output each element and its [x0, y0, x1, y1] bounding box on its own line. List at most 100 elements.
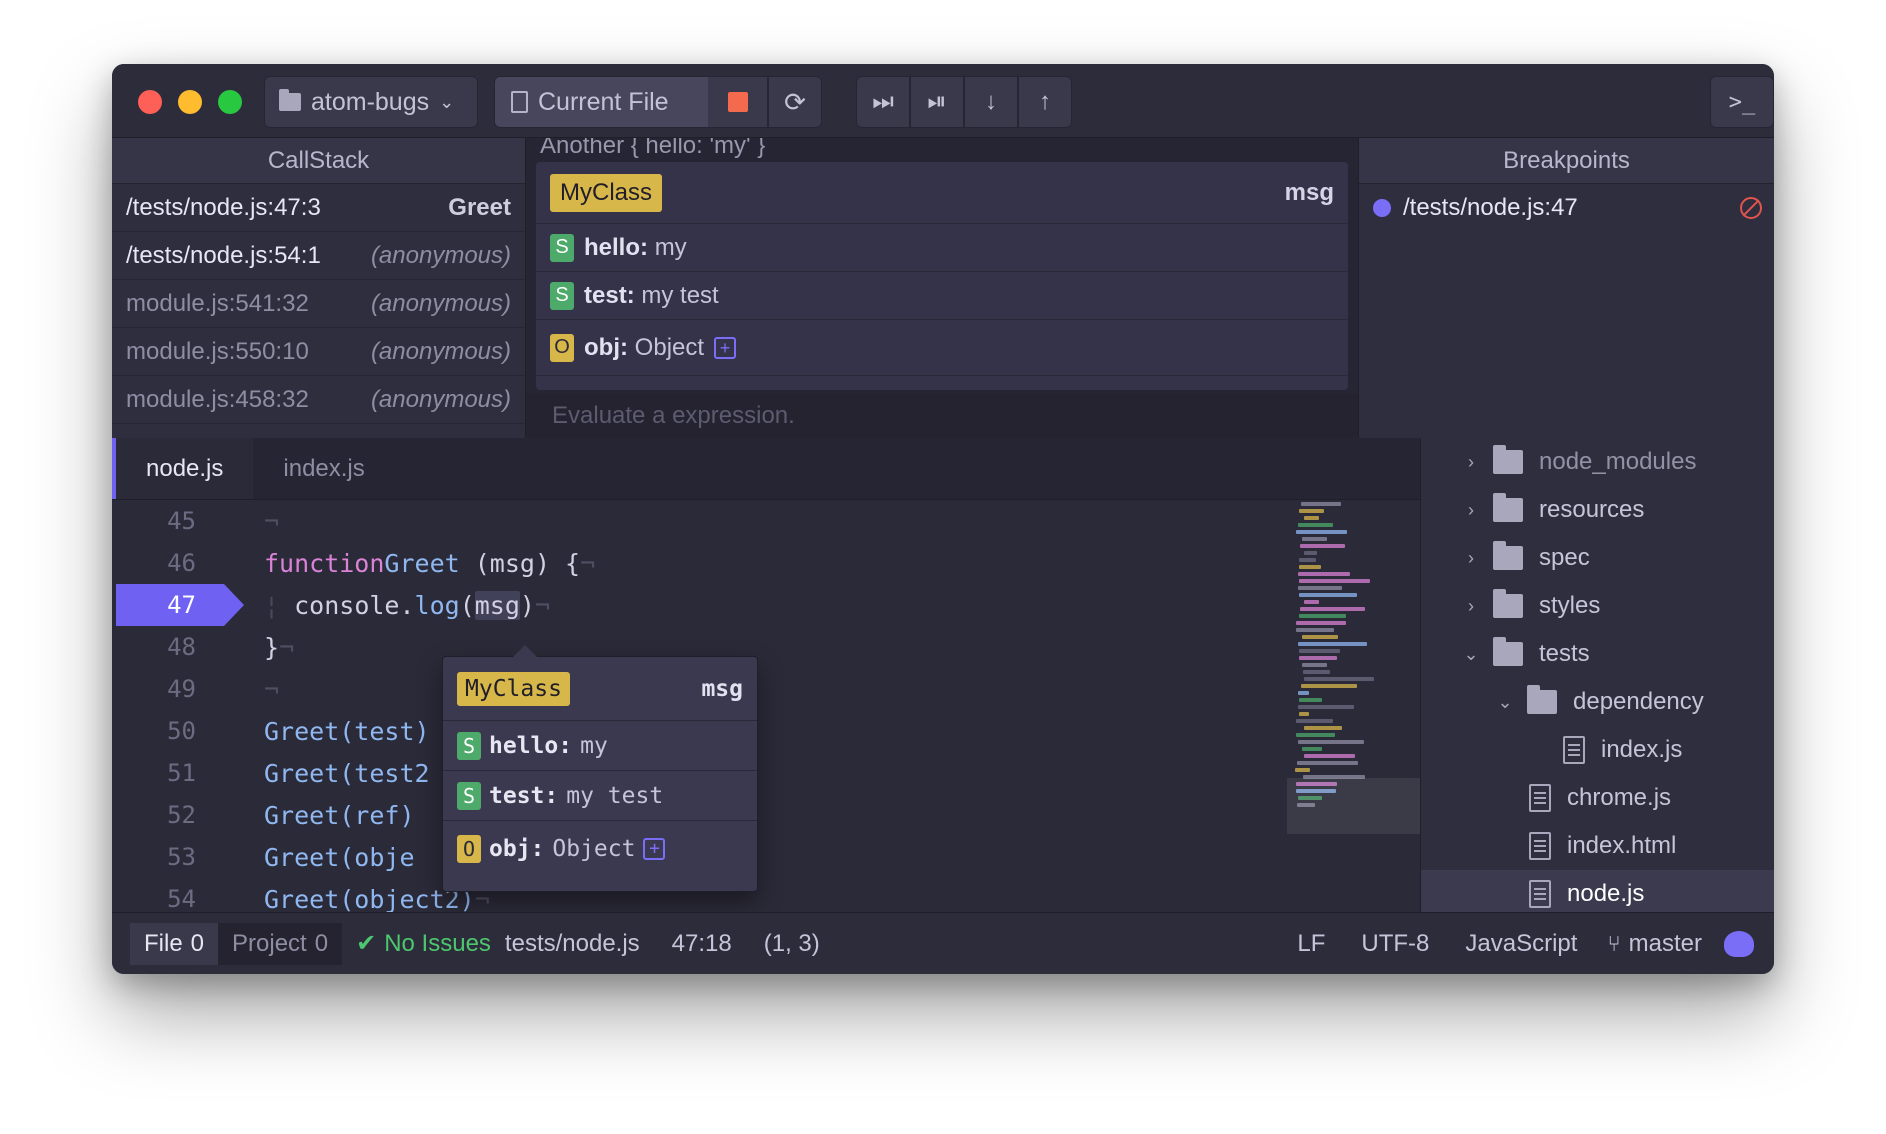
minimap-line	[1304, 754, 1355, 758]
line-number[interactable]: 49	[112, 668, 224, 710]
tree-item-chrome-js[interactable]: chrome.js	[1421, 774, 1774, 822]
tooltip-row: S hello: my	[443, 721, 757, 771]
minimap-viewport[interactable]	[1287, 778, 1420, 834]
string-type-icon: S	[550, 281, 574, 310]
step-over-icon: ⏯	[927, 88, 947, 115]
step-out-button[interactable]: ↑	[1018, 76, 1072, 128]
file-path[interactable]: tests/node.js	[505, 930, 640, 958]
linter-file-count: 0	[190, 929, 205, 957]
minimize-window-button[interactable]	[178, 90, 202, 114]
linter-status[interactable]: ✔ No Issues	[356, 929, 491, 958]
code-line: Greet(test)	[264, 716, 430, 746]
file-icon	[1529, 784, 1551, 812]
resume-button[interactable]: ⏭	[856, 76, 910, 128]
minimap-line	[1298, 691, 1309, 695]
tree-item-label: resources	[1539, 496, 1645, 523]
selection-count[interactable]: (1, 3)	[764, 930, 820, 958]
string-type-icon: S	[457, 781, 481, 810]
step-over-button[interactable]: ⏯	[910, 76, 964, 128]
minimap-line	[1302, 635, 1338, 639]
minimap-line	[1304, 677, 1374, 681]
tree-item-index-js[interactable]: index.js	[1421, 726, 1774, 774]
callstack-frame[interactable]: module.js:550:10 (anonymous)	[112, 328, 525, 376]
linter-file-label: File	[144, 929, 183, 957]
tooltip-row: O obj: Object +	[443, 821, 757, 877]
zoom-window-button[interactable]	[218, 90, 242, 114]
tree-item-dependency[interactable]: ⌄ dependency	[1421, 678, 1774, 726]
file-icon	[1529, 880, 1551, 908]
chevron-down-icon: ⌄	[1497, 691, 1513, 712]
evaluate-expression-input[interactable]	[526, 394, 1358, 438]
frame-location: /tests/node.js:54:1	[126, 241, 321, 269]
tooltip-key: hello:	[489, 732, 573, 759]
class-badge: MyClass	[550, 173, 663, 212]
hovered-token[interactable]: msg	[474, 590, 520, 620]
grammar-selector[interactable]: JavaScript	[1465, 930, 1577, 958]
code-area[interactable]: ¬ function Greet (msg) {¬ ¦ console. log(…	[264, 500, 1364, 913]
variable-key: obj	[584, 333, 620, 361]
line-number[interactable]: 51	[112, 752, 224, 794]
file-tree: › node_modules › resources › spec › styl…	[1420, 438, 1774, 912]
stop-button[interactable]	[708, 76, 768, 128]
file-encoding[interactable]: UTF-8	[1361, 930, 1429, 958]
tree-item-spec[interactable]: › spec	[1421, 534, 1774, 582]
callstack-frame[interactable]: /tests/node.js:47:3 Greet	[112, 184, 525, 232]
code-line: ¬	[264, 506, 280, 536]
linter-project-tab[interactable]: Project 0	[218, 922, 343, 965]
minimap-line	[1302, 747, 1322, 751]
project-selector[interactable]: atom-bugs ⌄	[264, 76, 478, 128]
tree-item-tests[interactable]: ⌄ tests	[1421, 630, 1774, 678]
tooltip-key: obj:	[489, 836, 545, 862]
variable-value: my test	[641, 281, 719, 309]
callstack-frame[interactable]: module.js:541:32 (anonymous)	[112, 280, 525, 328]
tree-item-node-js[interactable]: node.js	[1421, 870, 1774, 912]
remove-breakpoint-icon[interactable]	[1740, 197, 1762, 219]
line-number[interactable]: 46	[112, 542, 224, 584]
code-line: function Greet (msg) {¬	[264, 548, 596, 578]
chevron-right-icon: ›	[1468, 547, 1474, 568]
expand-icon[interactable]: +	[643, 838, 666, 860]
line-number[interactable]: 48	[112, 626, 224, 668]
tree-item-resources[interactable]: › resources	[1421, 486, 1774, 534]
tooltip-value: my	[580, 732, 608, 759]
restart-button[interactable]: ⟳	[768, 76, 822, 128]
breakpoint-line-number[interactable]: 47	[116, 584, 244, 626]
line-gutter[interactable]: 45 46 47 48 49 50 51 52 53 54	[112, 500, 244, 912]
callstack-frame[interactable]: module.js:458:32 (anonymous)	[112, 376, 525, 424]
line-number[interactable]: 53	[112, 836, 224, 878]
close-window-button[interactable]	[138, 90, 162, 114]
line-ending[interactable]: LF	[1297, 930, 1325, 958]
tree-item-index-html[interactable]: index.html	[1421, 822, 1774, 870]
frame-function: (anonymous)	[370, 385, 511, 413]
cursor-position[interactable]: 47:18	[672, 930, 732, 958]
line-number[interactable]: 50	[112, 710, 224, 752]
minimap[interactable]	[1287, 500, 1420, 912]
step-into-button[interactable]: ↓	[964, 76, 1018, 128]
class-badge: MyClass	[457, 671, 570, 706]
line-number[interactable]: 54	[112, 878, 224, 912]
variable-row: O obj: Object +	[536, 320, 1348, 376]
minimap-line	[1302, 537, 1327, 541]
line-number[interactable]: 45	[112, 500, 224, 542]
breakpoint-item[interactable]: /tests/node.js:47	[1359, 184, 1774, 232]
linter-file-tab[interactable]: File 0	[130, 922, 219, 965]
expand-icon[interactable]: +	[714, 336, 737, 359]
tree-item-label: index.js	[1601, 736, 1683, 763]
frame-location: module.js:458:32	[126, 385, 309, 413]
git-branch[interactable]: ⑂ master	[1607, 930, 1702, 958]
tree-item-styles[interactable]: › styles	[1421, 582, 1774, 630]
callstack-frame[interactable]: /tests/node.js:54:1 (anonymous)	[112, 232, 525, 280]
tab-index-js[interactable]: index.js	[253, 438, 394, 499]
terminal-button[interactable]: >_	[1710, 76, 1774, 128]
folder-icon	[1493, 445, 1523, 474]
breakpoints-title: Breakpoints	[1359, 138, 1774, 184]
variable-value: Object	[634, 333, 705, 361]
linter-tabs: File 0 Project 0	[130, 922, 343, 965]
tree-item-node-modules[interactable]: › node_modules	[1421, 438, 1774, 486]
line-number[interactable]: 52	[112, 794, 224, 836]
squirrel-update-icon[interactable]	[1724, 930, 1754, 957]
scope-selector[interactable]: Current File	[494, 76, 725, 128]
minimap-line	[1304, 726, 1342, 730]
tab-node-js[interactable]: node.js	[112, 438, 254, 499]
code-line: Greet(object2) ¬	[264, 884, 490, 913]
